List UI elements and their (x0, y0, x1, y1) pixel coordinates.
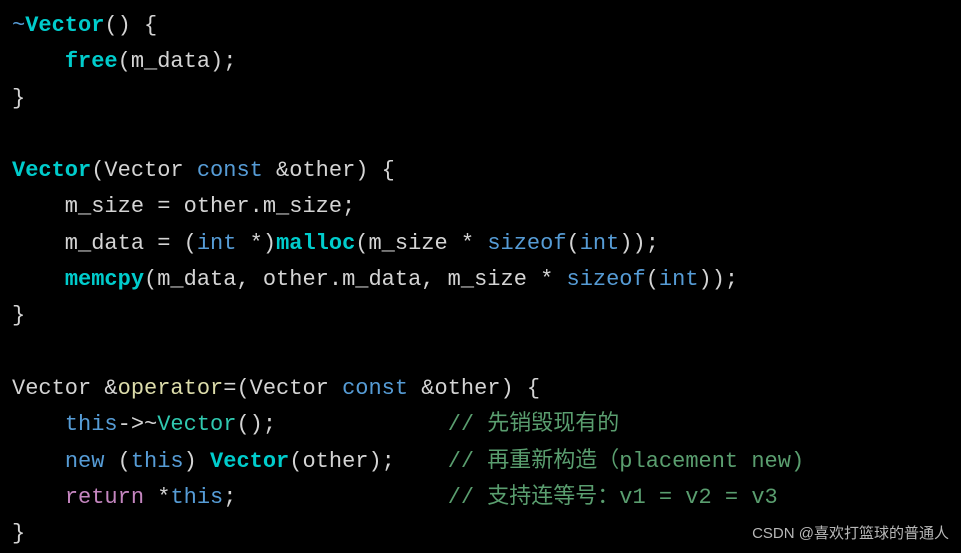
code-block: ~Vector() { free(m_data); } Vector(Vecto… (12, 8, 949, 552)
code-line-7: m_data = (int *)malloc(m_size * sizeof(i… (12, 231, 659, 256)
code-line-8: memcpy(m_data, other.m_data, m_size * si… (12, 267, 738, 292)
code-line-9: } (12, 303, 25, 328)
code-line-12: this->~Vector(); // 先销毁现有的 (12, 412, 619, 437)
watermark: CSDN @喜欢打篮球的普通人 (752, 522, 949, 547)
code-line-5: Vector(Vector const &other) { (12, 158, 395, 183)
code-line-1: ~Vector() { (12, 13, 157, 38)
code-line-3: } (12, 86, 25, 111)
code-line-14: return *this; // 支持连等号：v1 = v2 = v3 (12, 485, 778, 510)
code-line-2: free(m_data); (12, 49, 236, 74)
code-line-11: Vector &operator=(Vector const &other) { (12, 376, 540, 401)
code-line-13: new (this) Vector(other); // 再重新构造（place… (12, 449, 804, 474)
code-line-6: m_size = other.m_size; (12, 194, 355, 219)
code-line-15: } (12, 521, 25, 546)
